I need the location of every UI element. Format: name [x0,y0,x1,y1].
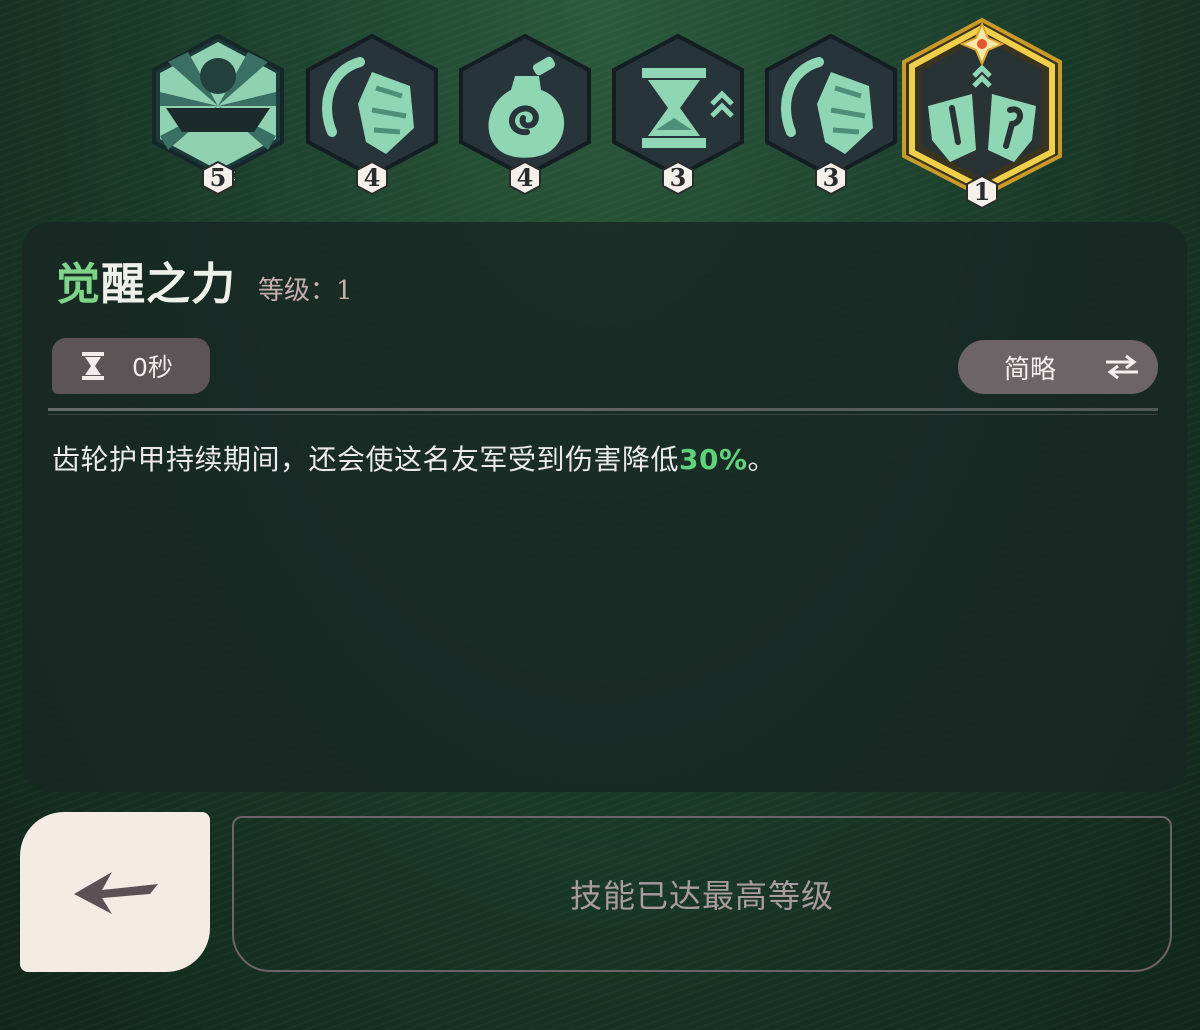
skill-title-first-char: 觉 [56,259,101,310]
max-level-status-box: 技能已达最高等级 [232,816,1172,972]
back-arrow-icon [74,872,158,914]
shield-icon [765,33,897,179]
skill-level-badge: 4 [508,160,542,196]
skill-level-badge: 3 [661,160,695,196]
skill-icon-row: 必杀 5 4 4 [0,0,1200,230]
skill-title-rest: 醒之力 [101,259,236,310]
skill-level-number: 5 [209,163,227,192]
skill-level-number: 3 [669,163,687,192]
hourglass-icon [612,33,744,179]
skill-level-number: 1 [973,177,991,206]
description-text: 齿轮护甲持续期间，还会使这名友军受到伤害降低 [52,443,680,476]
cooldown-chip: 0秒 [52,338,210,394]
description-highlight-value: 30% [679,443,748,476]
max-level-status-text: 技能已达最高等级 [569,877,834,915]
skill-title-row: 觉醒之力 等级：1 [56,248,353,312]
skill-ultimate[interactable]: 必杀 5 [148,32,288,197]
toggle-brief-label: 简略 [1004,354,1057,385]
skill-level-badge: 1 [965,174,999,210]
skill-level-badge: 3 [814,160,848,196]
swap-arrows-icon [1106,354,1138,380]
skill-level-badge: 5 [201,160,235,196]
cooldown-value: 0秒 [132,353,173,382]
hourglass-icon [82,352,104,380]
skill-title: 觉醒之力 [56,248,236,312]
shield-icon [306,33,438,179]
skill-level-number: 4 [363,163,381,192]
skill-frame [152,33,284,179]
skill-shield-b[interactable]: 3 [761,32,901,197]
skill-awakening-selected[interactable]: 1 [898,10,1066,215]
skill-level-badge: 4 [355,160,389,196]
skill-level-number: 3 [822,163,840,192]
skill-potion[interactable]: 4 [455,32,595,197]
divider [48,414,1158,415]
back-button[interactable] [20,812,210,972]
toggle-brief-button[interactable]: 简略 [958,340,1158,394]
potion-icon [459,33,591,179]
skill-level-label: 等级：1 [258,276,353,306]
skill-shield-a[interactable]: 4 [302,32,442,197]
skill-level-number: 4 [516,163,534,192]
description-end: 。 [747,443,777,476]
skill-hourglass[interactable]: 3 [608,32,748,197]
awakening-icon [902,17,1062,199]
skill-description: 齿轮护甲持续期间，还会使这名友军受到伤害降低30%。 [52,438,776,478]
divider [48,408,1158,411]
